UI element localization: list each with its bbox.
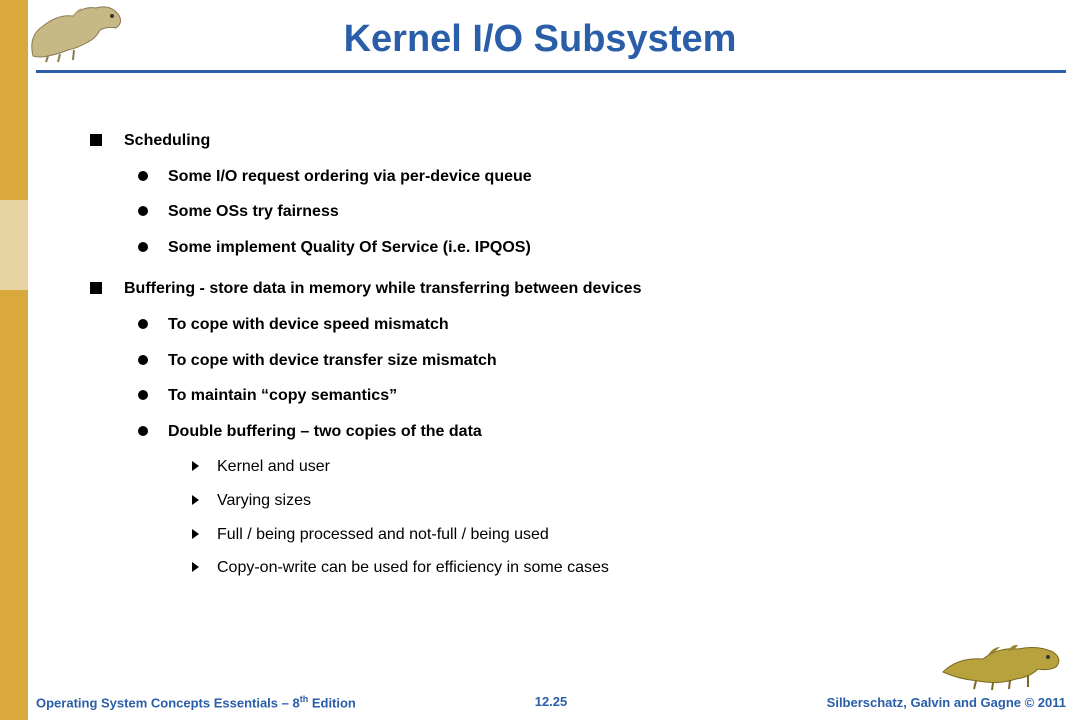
bullet-level2: Some I/O request ordering via per-device… [138,166,1020,188]
title-underline [36,70,1066,73]
footer-book-title-post: Edition [308,695,356,710]
bullet-text: Buffering - store data in memory while t… [124,278,641,300]
left-accent-bar-light [0,200,28,290]
bullet-level2: Double buffering – two copies of the dat… [138,421,1020,443]
footer-book-title-sup: th [300,694,309,704]
circle-bullet-icon [138,355,148,365]
bullet-text: Some I/O request ordering via per-device… [168,166,532,188]
bullet-level2: To cope with device transfer size mismat… [138,350,1020,372]
arrow-bullet-icon [192,529,199,539]
bullet-text: Some implement Quality Of Service (i.e. … [168,237,531,259]
bullet-text: Kernel and user [217,456,330,478]
bullet-level2: To cope with device speed mismatch [138,314,1020,336]
bullet-text: To cope with device transfer size mismat… [168,350,497,372]
circle-bullet-icon [138,319,148,329]
dinosaur-bottom-icon [938,637,1068,692]
circle-bullet-icon [138,426,148,436]
bullet-level2: Some implement Quality Of Service (i.e. … [138,237,1020,259]
bullet-text: Copy-on-write can be used for efficiency… [217,557,609,579]
bullet-level2: Some OSs try fairness [138,201,1020,223]
left-accent-bar [0,0,28,720]
square-bullet-icon [90,282,102,294]
square-bullet-icon [90,134,102,146]
circle-bullet-icon [138,206,148,216]
bullet-text: Some OSs try fairness [168,201,339,223]
bullet-level3: Varying sizes [192,490,1020,512]
arrow-bullet-icon [192,461,199,471]
circle-bullet-icon [138,171,148,181]
slide: Kernel I/O Subsystem Scheduling Some I/O… [0,0,1080,720]
arrow-bullet-icon [192,562,199,572]
footer-page-number: 12.25 [535,694,568,709]
bullet-text: Double buffering – two copies of the dat… [168,421,482,443]
bullet-level1: Buffering - store data in memory while t… [90,278,1020,300]
bullet-text: To cope with device speed mismatch [168,314,449,336]
circle-bullet-icon [138,242,148,252]
bullet-text: Varying sizes [217,490,311,512]
bullet-text: Full / being processed and not-full / be… [217,524,549,546]
bullet-text: To maintain “copy semantics” [168,385,397,407]
footer-copyright: Silberschatz, Galvin and Gagne © 2011 [827,695,1066,710]
arrow-bullet-icon [192,495,199,505]
slide-content: Scheduling Some I/O request ordering via… [90,130,1020,599]
circle-bullet-icon [138,390,148,400]
bullet-level3: Kernel and user [192,456,1020,478]
bullet-text: Scheduling [124,130,210,152]
footer-left: Operating System Concepts Essentials – 8… [36,694,356,710]
slide-title: Kernel I/O Subsystem [0,18,1080,61]
bullet-level3: Copy-on-write can be used for efficiency… [192,557,1020,579]
bullet-level2: To maintain “copy semantics” [138,385,1020,407]
footer-book-title-pre: Operating System Concepts Essentials – 8 [36,695,300,710]
bullet-level1: Scheduling [90,130,1020,152]
bullet-level3: Full / being processed and not-full / be… [192,524,1020,546]
slide-footer: Operating System Concepts Essentials – 8… [36,694,1066,710]
